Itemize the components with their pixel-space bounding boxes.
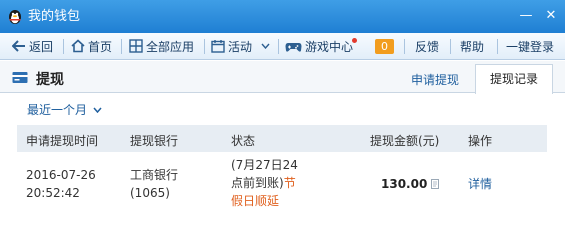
back-button[interactable]: 返回: [12, 33, 53, 59]
wallet-icon: [12, 72, 28, 83]
minimize-button[interactable]: —: [517, 7, 535, 25]
activity-menu[interactable]: 活动: [211, 33, 270, 59]
close-button[interactable]: ✕: [542, 7, 560, 25]
toolbar-divider: [278, 39, 279, 54]
note-icon: [431, 179, 439, 189]
toolbar-divider: [404, 39, 405, 54]
bank-name: 工商银行: [130, 168, 179, 182]
status-line: (7月27日24: [231, 158, 298, 172]
toolbar-divider: [204, 39, 205, 54]
game-center-button[interactable]: 游戏中心: [285, 33, 353, 59]
status-line: 点前到账): [231, 176, 284, 190]
home-label: 首页: [88, 39, 113, 54]
date-range-dropdown[interactable]: 最近一个月: [27, 101, 102, 118]
withdraw-time-cell: 2016-07-26 20:52:42: [26, 166, 96, 202]
column-header: 状态: [231, 134, 256, 148]
tab-apply-withdraw[interactable]: 申请提现: [411, 71, 459, 88]
holiday-note: 假日顺延: [231, 194, 280, 208]
grid-icon: [129, 39, 143, 53]
chevron-down-icon: [93, 107, 102, 113]
column-header: 操作: [468, 134, 493, 148]
date-range-label: 最近一个月: [27, 103, 88, 117]
withdraw-header: 提现 申请提现 提现记录: [0, 61, 565, 94]
toolbar-divider: [497, 39, 498, 54]
title-bar: 我的钱包 — ✕: [0, 0, 565, 33]
window-title: 我的钱包: [28, 9, 81, 24]
details-link[interactable]: 详情: [468, 175, 492, 193]
message-count-badge[interactable]: 0: [375, 33, 394, 59]
toolbar-divider: [450, 39, 451, 54]
bank-card-tail: (1065): [130, 186, 170, 200]
notification-dot: [352, 38, 357, 43]
feedback-label: 反馈: [415, 39, 440, 54]
all-apps-button[interactable]: 全部应用: [129, 33, 194, 59]
page-title: 提现: [36, 72, 64, 88]
game-center-label: 游戏中心: [305, 39, 354, 54]
withdraw-amount: 130.00: [381, 177, 428, 191]
table-header: 申请提现时间 提现银行 状态 提现金额(元) 操作: [17, 125, 547, 152]
status-cell: (7月27日24 点前到账)节 假日顺延: [231, 156, 298, 210]
calendar-icon: [211, 40, 225, 53]
gamepad-icon: [285, 42, 302, 52]
feedback-button[interactable]: 反馈: [415, 33, 439, 59]
home-button[interactable]: 首页: [71, 33, 112, 59]
help-button[interactable]: 帮助: [460, 33, 484, 59]
toolbar-divider: [63, 39, 64, 54]
withdraw-date: 2016-07-26: [26, 168, 96, 182]
column-header: 提现银行: [130, 134, 179, 148]
quick-login-button[interactable]: 一键登录: [506, 33, 554, 59]
bank-cell: 工商银行 (1065): [130, 166, 178, 202]
activity-label: 活动: [228, 39, 253, 54]
holiday-note: 节: [283, 176, 296, 190]
column-header: 申请提现时间: [26, 134, 99, 148]
tab-withdraw-records[interactable]: 提现记录: [475, 64, 553, 94]
chevron-down-icon: [261, 43, 270, 49]
withdraw-time: 20:52:42: [26, 186, 80, 200]
all-apps-label: 全部应用: [146, 39, 195, 54]
qq-penguin-icon: [9, 10, 21, 24]
column-header: 提现金额(元): [370, 134, 440, 148]
home-icon: [71, 39, 85, 53]
table-row: 2016-07-26 20:52:42 工商银行 (1065) (7月27日24…: [17, 152, 547, 222]
back-arrow-icon: [12, 40, 25, 52]
toolbar-divider: [121, 39, 122, 54]
message-count: 0: [375, 38, 394, 54]
back-label: 返回: [29, 39, 54, 54]
help-label: 帮助: [460, 39, 485, 54]
toolbar: 返回 首页 全部应用 活动 游戏中心 0 反馈 帮助 一键登录: [0, 33, 565, 60]
quick-login-label: 一键登录: [506, 39, 555, 54]
